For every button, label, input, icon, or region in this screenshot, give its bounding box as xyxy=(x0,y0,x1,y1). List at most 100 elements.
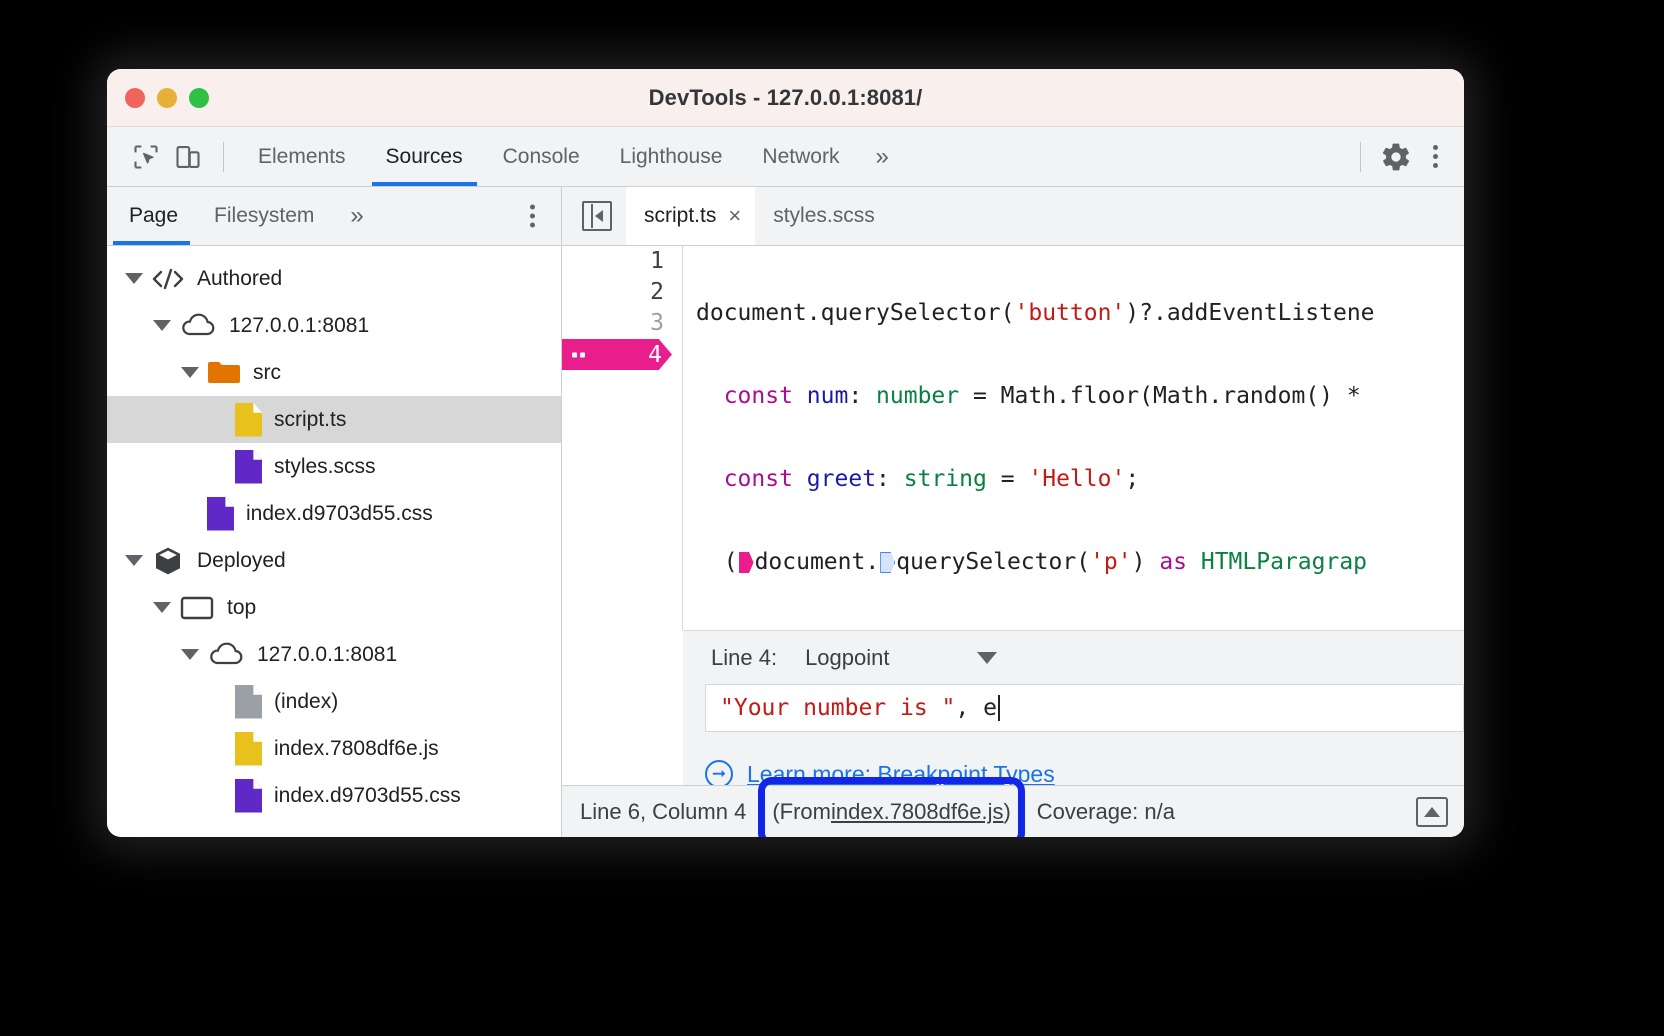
code-lines-1-4: 1 2 3 4 4 documen xyxy=(562,246,1464,630)
navigator-tab-page[interactable]: Page xyxy=(107,187,196,245)
code-token: document.querySelector( xyxy=(696,300,1015,326)
chevron-down-icon[interactable] xyxy=(153,602,171,613)
text-cursor xyxy=(998,695,1000,721)
toolbar-divider xyxy=(223,142,224,172)
source-origin-link[interactable]: index.7808df6e.js xyxy=(831,799,1003,825)
tree-item-label: styles.scss xyxy=(274,456,376,477)
breakpoint-editor-header: Line 4: Logpoint xyxy=(683,631,1464,684)
tab-lighthouse[interactable]: Lighthouse xyxy=(600,127,743,186)
tree-item-index-css-authored[interactable]: index.d9703d55.css xyxy=(107,490,561,537)
tab-network[interactable]: Network xyxy=(742,127,859,186)
file-doc-icon xyxy=(235,685,262,719)
code-token: : xyxy=(876,466,904,492)
tree-item-deployed[interactable]: Deployed xyxy=(107,537,561,584)
inspect-cursor-icon[interactable] xyxy=(125,136,167,178)
show-drawer-icon[interactable] xyxy=(1416,797,1448,827)
file-css-icon xyxy=(235,779,262,813)
code-token: ) xyxy=(1132,549,1160,575)
screenshot-stage: DevTools - 127.0.0.1:8081/ Elements Sour… xyxy=(0,0,1664,1036)
editor-tab-styles-scss[interactable]: styles.scss xyxy=(755,187,889,245)
cloud-icon xyxy=(179,313,217,339)
tree-item-styles-scss[interactable]: styles.scss xyxy=(107,443,561,490)
logpoint-expression-input[interactable]: "Your number is ", e xyxy=(705,684,1464,732)
close-icon[interactable]: × xyxy=(728,205,741,227)
navigator-more-tabs-icon[interactable]: » xyxy=(332,187,381,245)
tree-item-label: Deployed xyxy=(197,550,286,571)
tree-item-script-ts[interactable]: script.ts xyxy=(107,396,561,443)
code-token: document. xyxy=(755,549,880,575)
tree-item-src[interactable]: src xyxy=(107,349,561,396)
show-drawer-button[interactable] xyxy=(1416,797,1448,827)
tree-item-authored[interactable]: Authored xyxy=(107,255,561,302)
chevron-down-icon[interactable] xyxy=(181,367,199,378)
code-editor-area[interactable]: 1 2 3 4 4 documen xyxy=(562,246,1464,785)
tree-item-top-frame[interactable]: top xyxy=(107,584,561,631)
chevron-down-icon[interactable] xyxy=(153,320,171,331)
kebab-menu-icon[interactable] xyxy=(1417,145,1454,168)
code-content-top[interactable]: document.querySelector('button')?.addEve… xyxy=(683,246,1464,630)
line-number-gutter-top[interactable]: 1 2 3 4 4 xyxy=(562,246,683,630)
code-token-string: 'button' xyxy=(1015,300,1126,326)
breakpoint-type-select[interactable]: Logpoint xyxy=(805,645,889,671)
editor-tab-label: styles.scss xyxy=(773,204,875,228)
arrow-right-circle-icon: ➞ xyxy=(705,760,733,785)
code-token-type: string xyxy=(904,466,987,492)
line-number: 2 xyxy=(562,277,682,308)
code-line-2: const num: number = Math.floor(Math.rand… xyxy=(683,381,1464,412)
tree-item-label: index.d9703d55.css xyxy=(274,785,461,806)
navigator-tab-label: Page xyxy=(129,204,178,228)
line-number: 1 xyxy=(562,246,682,277)
logpoint-badge[interactable]: 4 xyxy=(562,339,672,370)
navigator-kebab-menu-icon[interactable] xyxy=(530,205,535,228)
editor-tab-label: script.ts xyxy=(644,204,716,228)
window-title-bar: DevTools - 127.0.0.1:8081/ xyxy=(107,69,1464,127)
code-token-string: 'Hello' xyxy=(1028,466,1125,492)
code-token: querySelector( xyxy=(896,549,1090,575)
editor-status-bar: Line 6, Column 4 (From index.7808df6e.js… xyxy=(562,785,1464,837)
devtools-panel-tabs: Elements Sources Console Lighthouse Netw… xyxy=(238,127,905,186)
gear-icon[interactable] xyxy=(1375,136,1417,178)
source-origin-label[interactable]: (From index.7808df6e.js) xyxy=(772,799,1010,825)
tree-item-index-css-deployed[interactable]: index.d9703d55.css xyxy=(107,772,561,819)
chevron-down-icon[interactable] xyxy=(125,555,143,566)
code-token: : xyxy=(848,383,876,409)
tree-item-index-js[interactable]: index.7808df6e.js xyxy=(107,725,561,772)
file-page-shape xyxy=(235,450,262,484)
code-token-type: HTMLParagrap xyxy=(1187,549,1367,575)
tab-elements[interactable]: Elements xyxy=(238,127,366,186)
tree-item-label: Authored xyxy=(197,268,282,289)
tree-item-index-doc[interactable]: (index) xyxy=(107,678,561,725)
editor-tab-script-ts[interactable]: script.ts × xyxy=(626,187,755,245)
device-toolbar-icon[interactable] xyxy=(167,136,209,178)
editor-tabbar: script.ts × styles.scss xyxy=(562,187,1464,246)
tree-item-label: index.7808df6e.js xyxy=(274,738,439,759)
chevron-down-icon[interactable] xyxy=(181,649,199,660)
navigator-tab-filesystem[interactable]: Filesystem xyxy=(196,187,332,245)
file-js-icon xyxy=(235,403,262,437)
tree-item-label: top xyxy=(227,597,256,618)
tab-label: Console xyxy=(503,145,580,169)
file-page-shape xyxy=(235,685,262,719)
frame-icon xyxy=(179,595,215,621)
tree-item-label: index.d9703d55.css xyxy=(246,503,433,524)
tab-console[interactable]: Console xyxy=(483,127,600,186)
chevron-down-icon[interactable] xyxy=(977,652,997,664)
tab-label: Elements xyxy=(258,145,346,169)
tree-item-origin-deployed[interactable]: 127.0.0.1:8081 xyxy=(107,631,561,678)
tab-sources[interactable]: Sources xyxy=(366,127,483,186)
learn-more-link[interactable]: Learn more: Breakpoint Types xyxy=(747,761,1055,786)
file-css-icon xyxy=(235,450,262,484)
code-token-type: number xyxy=(876,383,959,409)
sources-navigator-pane: Page Filesystem » Authored xyxy=(107,187,562,837)
collapse-sidebar-icon[interactable] xyxy=(582,201,612,231)
inline-breakpoint-decoration-icon[interactable] xyxy=(880,552,895,573)
inline-logpoint-decoration-icon[interactable] xyxy=(739,552,754,573)
tree-item-origin-authored[interactable]: 127.0.0.1:8081 xyxy=(107,302,561,349)
coverage-label: Coverage: n/a xyxy=(1037,799,1175,825)
more-tabs-icon[interactable]: » xyxy=(859,127,904,186)
devtools-main-toolbar: Elements Sources Console Lighthouse Netw… xyxy=(107,127,1464,187)
logpoint-gutter-marker[interactable]: 4 xyxy=(562,339,683,370)
toolbar-right-controls xyxy=(1346,127,1454,186)
devtools-window: DevTools - 127.0.0.1:8081/ Elements Sour… xyxy=(107,69,1464,837)
chevron-down-icon[interactable] xyxy=(125,273,143,284)
